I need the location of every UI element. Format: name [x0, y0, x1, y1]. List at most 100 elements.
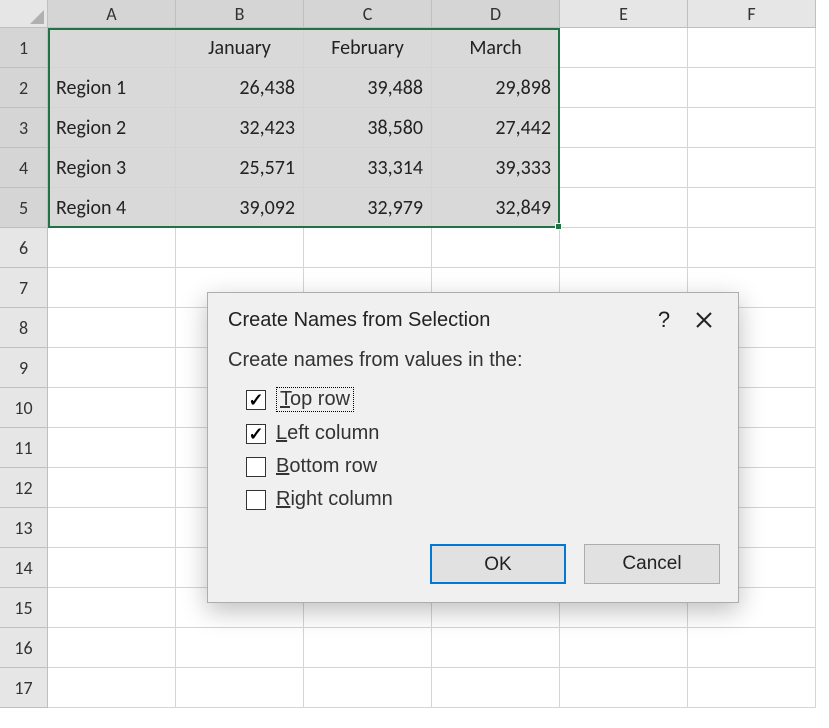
cell-F4[interactable]: [688, 148, 816, 188]
row-header-8[interactable]: 8: [0, 308, 48, 348]
col-header-A[interactable]: A: [48, 0, 176, 28]
cell-C3[interactable]: 38,580: [304, 108, 432, 148]
row-header-7[interactable]: 7: [0, 268, 48, 308]
cell-A8[interactable]: [48, 308, 176, 348]
dialog-instruction: Create names from values in the:: [228, 349, 718, 372]
cell-A15[interactable]: [48, 588, 176, 628]
cell-A14[interactable]: [48, 548, 176, 588]
row-header-10[interactable]: 10: [0, 388, 48, 428]
row-header-4[interactable]: 4: [0, 148, 48, 188]
cell-C2[interactable]: 39,488: [304, 68, 432, 108]
checkbox-left-column[interactable]: [246, 424, 266, 444]
cell-F3[interactable]: [688, 108, 816, 148]
cell-D2[interactable]: 29,898: [432, 68, 560, 108]
dialog-body: Create names from values in the: Top row…: [208, 343, 738, 530]
cell-B1[interactable]: January: [176, 28, 304, 68]
cell-E16[interactable]: [560, 628, 688, 668]
col-header-E[interactable]: E: [560, 0, 688, 28]
cell-A6[interactable]: [48, 228, 176, 268]
cell-B5[interactable]: 39,092: [176, 188, 304, 228]
dialog-buttons: OK Cancel: [208, 530, 738, 602]
row-header-13[interactable]: 13: [0, 508, 48, 548]
ok-button[interactable]: OK: [430, 544, 566, 584]
cell-D1[interactable]: March: [432, 28, 560, 68]
row-header-16[interactable]: 16: [0, 628, 48, 668]
row-header-1[interactable]: 1: [0, 28, 48, 68]
row-header-17[interactable]: 17: [0, 668, 48, 708]
row-header-12[interactable]: 12: [0, 468, 48, 508]
cell-A7[interactable]: [48, 268, 176, 308]
option-bottom-row[interactable]: Bottom row: [228, 450, 718, 483]
option-right-column[interactable]: Right column: [228, 483, 718, 516]
cell-A1[interactable]: [48, 28, 176, 68]
cell-E1[interactable]: [560, 28, 688, 68]
row-header-9[interactable]: 9: [0, 348, 48, 388]
cell-A13[interactable]: [48, 508, 176, 548]
row-header-3[interactable]: 3: [0, 108, 48, 148]
cell-B17[interactable]: [176, 668, 304, 708]
cell-B16[interactable]: [176, 628, 304, 668]
close-icon[interactable]: [684, 311, 724, 329]
col-header-F[interactable]: F: [688, 0, 816, 28]
cell-A3[interactable]: Region 2: [48, 108, 176, 148]
checkbox-right-column[interactable]: [246, 490, 266, 510]
cell-A9[interactable]: [48, 348, 176, 388]
option-label-bottom-row: Bottom row: [276, 455, 377, 478]
row-header-15[interactable]: 15: [0, 588, 48, 628]
cell-C4[interactable]: 33,314: [304, 148, 432, 188]
cell-D3[interactable]: 27,442: [432, 108, 560, 148]
cell-A17[interactable]: [48, 668, 176, 708]
cell-B3[interactable]: 32,423: [176, 108, 304, 148]
cell-D6[interactable]: [432, 228, 560, 268]
cell-F16[interactable]: [688, 628, 816, 668]
cell-E2[interactable]: [560, 68, 688, 108]
cell-A11[interactable]: [48, 428, 176, 468]
cell-E6[interactable]: [560, 228, 688, 268]
row-header-5[interactable]: 5: [0, 188, 48, 228]
cell-C5[interactable]: 32,979: [304, 188, 432, 228]
cell-E17[interactable]: [560, 668, 688, 708]
cell-D5[interactable]: 32,849: [432, 188, 560, 228]
col-header-C[interactable]: C: [304, 0, 432, 28]
cell-F6[interactable]: [688, 228, 816, 268]
cell-E5[interactable]: [560, 188, 688, 228]
cell-C1[interactable]: February: [304, 28, 432, 68]
cell-C17[interactable]: [304, 668, 432, 708]
checkbox-top-row[interactable]: [246, 390, 266, 410]
col-header-B[interactable]: B: [176, 0, 304, 28]
cell-E3[interactable]: [560, 108, 688, 148]
cell-A4[interactable]: Region 3: [48, 148, 176, 188]
dialog-titlebar: Create Names from Selection ?: [208, 293, 738, 343]
cell-A2[interactable]: Region 1: [48, 68, 176, 108]
cell-D16[interactable]: [432, 628, 560, 668]
option-left-column[interactable]: Left column: [228, 417, 718, 450]
cell-B2[interactable]: 26,438: [176, 68, 304, 108]
cancel-button[interactable]: Cancel: [584, 544, 720, 584]
cell-A10[interactable]: [48, 388, 176, 428]
cell-F17[interactable]: [688, 668, 816, 708]
option-top-row[interactable]: Top row: [228, 382, 718, 417]
checkbox-bottom-row[interactable]: [246, 457, 266, 477]
dialog-title: Create Names from Selection: [228, 309, 644, 332]
cell-C6[interactable]: [304, 228, 432, 268]
cell-A12[interactable]: [48, 468, 176, 508]
cell-C16[interactable]: [304, 628, 432, 668]
col-header-D[interactable]: D: [432, 0, 560, 28]
cell-B4[interactable]: 25,571: [176, 148, 304, 188]
cell-B6[interactable]: [176, 228, 304, 268]
cell-F2[interactable]: [688, 68, 816, 108]
cell-A16[interactable]: [48, 628, 176, 668]
cell-F5[interactable]: [688, 188, 816, 228]
row-header-11[interactable]: 11: [0, 428, 48, 468]
create-names-dialog: Create Names from Selection ? Create nam…: [207, 292, 739, 603]
help-icon[interactable]: ?: [644, 307, 684, 333]
cell-A5[interactable]: Region 4: [48, 188, 176, 228]
row-header-6[interactable]: 6: [0, 228, 48, 268]
select-all-corner[interactable]: [0, 0, 48, 28]
cell-D17[interactable]: [432, 668, 560, 708]
cell-F1[interactable]: [688, 28, 816, 68]
cell-D4[interactable]: 39,333: [432, 148, 560, 188]
row-header-14[interactable]: 14: [0, 548, 48, 588]
row-header-2[interactable]: 2: [0, 68, 48, 108]
cell-E4[interactable]: [560, 148, 688, 188]
